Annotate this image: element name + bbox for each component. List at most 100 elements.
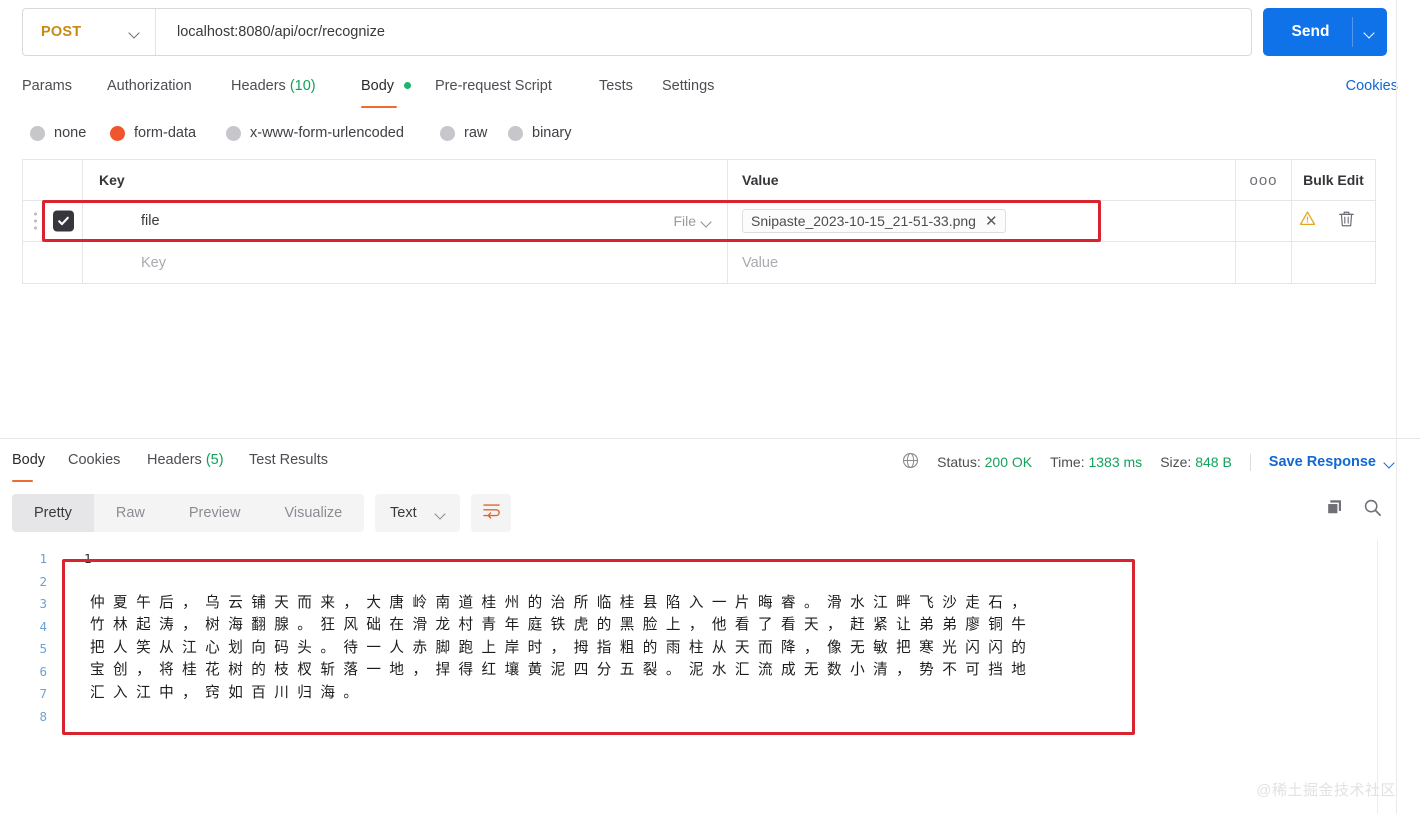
tab-headers-text: Headers bbox=[231, 78, 286, 94]
time-value: 1383 ms bbox=[1088, 454, 1143, 470]
row-value-placeholder: Value bbox=[742, 254, 779, 271]
row-checkbox-cell bbox=[23, 201, 83, 241]
table-options-button[interactable]: ooo bbox=[1236, 160, 1292, 200]
search-icon[interactable] bbox=[1363, 498, 1382, 522]
row-type-label: File bbox=[673, 213, 696, 229]
view-mode-raw[interactable]: Raw bbox=[94, 494, 167, 532]
tab-label: Settings bbox=[662, 78, 715, 94]
tab-label: Tests bbox=[599, 78, 633, 94]
radio-binary[interactable]: binary bbox=[508, 118, 572, 148]
row-enabled-checkbox[interactable] bbox=[53, 210, 74, 232]
status-label: Status: bbox=[937, 454, 981, 470]
row-type-selector[interactable]: File bbox=[673, 201, 713, 241]
line-number: 4 bbox=[39, 618, 47, 634]
radio-label: raw bbox=[464, 125, 488, 141]
radio-raw[interactable]: raw bbox=[440, 118, 487, 148]
response-code-content: 1 仲 夏 午 后 ， 乌 云 铺 天 而 来 ， 大 唐 岭 南 道 桂 州 … bbox=[68, 544, 1368, 704]
tab-body[interactable]: Body bbox=[361, 68, 412, 108]
response-body-viewer[interactable]: 1 2 3 4 5 6 7 8 1 仲 夏 午 后 ， 乌 云 铺 天 而 来 … bbox=[0, 544, 1377, 796]
tab-label: Authorization bbox=[107, 78, 192, 94]
radio-form-data[interactable]: form-data bbox=[110, 118, 196, 148]
line-number: 5 bbox=[39, 641, 47, 656]
view-mode-visualize[interactable]: Visualize bbox=[262, 494, 364, 532]
line-number: 6 bbox=[39, 663, 47, 679]
tab-label: Test Results bbox=[249, 452, 328, 468]
radio-dot-icon bbox=[30, 125, 45, 141]
tab-label: Pre-request Script bbox=[435, 78, 552, 94]
warning-icon[interactable] bbox=[1299, 210, 1316, 232]
tab-headers-text: Headers bbox=[147, 452, 202, 468]
response-tab-body[interactable]: Body bbox=[12, 444, 45, 482]
tab-headers[interactable]: Headers (10) bbox=[231, 68, 316, 108]
tab-authorization[interactable]: Authorization bbox=[107, 68, 192, 108]
request-tabs: Params Authorization Headers (10) Body P… bbox=[0, 68, 1420, 108]
cookies-link[interactable]: Cookies bbox=[1346, 78, 1398, 94]
tab-label: Body bbox=[12, 452, 46, 468]
table-header-row: Key Value ooo Bulk Edit bbox=[23, 160, 1375, 201]
chevron-down-icon bbox=[1385, 459, 1396, 466]
line-number-gutter: 1 2 3 4 5 6 7 8 bbox=[0, 544, 62, 796]
tab-body-text: Body bbox=[361, 78, 395, 94]
url-input[interactable] bbox=[156, 9, 1251, 55]
tab-label: Headers (10) bbox=[231, 68, 316, 94]
copy-icon[interactable] bbox=[1325, 498, 1344, 522]
chevron-down-icon bbox=[702, 218, 713, 225]
method-label: POST bbox=[41, 24, 82, 40]
method-selector[interactable]: POST bbox=[23, 9, 156, 55]
response-tab-test-results[interactable]: Test Results bbox=[249, 444, 328, 482]
ocr-text-line: 竹 林 起 涛 ， 树 海 翻 腺 。 狂 风 础 在 滑 龙 村 青 年 庭 … bbox=[90, 616, 1028, 634]
radio-x-www-form-urlencoded[interactable]: x-www-form-urlencoded bbox=[226, 118, 404, 148]
ocr-text-line: 把 人 笑 从 江 心 划 向 码 头 。 待 一 人 赤 脚 跑 上 岸 时 … bbox=[90, 638, 1028, 656]
globe-icon bbox=[902, 452, 919, 472]
tab-tests[interactable]: Tests bbox=[599, 68, 633, 108]
response-tab-cookies[interactable]: Cookies bbox=[68, 444, 120, 482]
row-key-text: file bbox=[141, 213, 160, 229]
view-mode-pretty[interactable]: Pretty bbox=[12, 494, 94, 532]
form-data-table: Key Value ooo Bulk Edit file File Snipas… bbox=[22, 159, 1376, 284]
row-value-cell[interactable]: Value bbox=[728, 242, 1236, 283]
line-number: 1 bbox=[39, 551, 47, 566]
tab-settings[interactable]: Settings bbox=[662, 68, 714, 108]
tab-label: Body bbox=[361, 68, 412, 94]
scrollbar-track[interactable] bbox=[1377, 540, 1378, 814]
chevron-down-icon bbox=[1365, 29, 1376, 36]
radio-label: binary bbox=[532, 125, 572, 141]
ocr-text-line: 仲 夏 午 后 ， 乌 云 铺 天 而 来 ， 大 唐 岭 南 道 桂 州 的 … bbox=[90, 593, 1028, 611]
send-button[interactable]: Send bbox=[1263, 8, 1387, 56]
radio-dot-icon bbox=[226, 125, 241, 141]
file-chip: Snipaste_2023-10-15_21-51-33.png ✕ bbox=[742, 209, 1006, 233]
tab-label: Cookies bbox=[68, 452, 121, 468]
url-bar: POST bbox=[22, 8, 1252, 56]
row-spacer-cell bbox=[1236, 242, 1292, 283]
delete-row-icon[interactable] bbox=[1338, 210, 1355, 233]
body-modified-dot-icon bbox=[404, 81, 412, 89]
row-key-cell[interactable]: Key bbox=[83, 242, 728, 283]
bulk-edit-button[interactable]: Bulk Edit bbox=[1292, 160, 1375, 200]
table-row: file File Snipaste_2023-10-15_21-51-33.p… bbox=[23, 201, 1375, 242]
ellipsis-icon: ooo bbox=[1249, 171, 1278, 189]
response-format-select[interactable]: Text bbox=[375, 494, 460, 532]
row-key-cell[interactable]: file File bbox=[83, 201, 728, 241]
radio-dot-icon bbox=[508, 125, 523, 141]
tab-params[interactable]: Params bbox=[22, 68, 72, 108]
save-response-button[interactable]: Save Response bbox=[1269, 454, 1396, 470]
meta-divider bbox=[1249, 453, 1251, 471]
wrap-lines-button[interactable] bbox=[471, 494, 511, 532]
watermark: @稀土掘金技术社区 bbox=[1256, 782, 1396, 799]
row-actions-cell bbox=[1292, 242, 1375, 283]
send-options-button[interactable] bbox=[1353, 29, 1387, 36]
save-response-label: Save Response bbox=[1268, 454, 1376, 470]
view-mode-preview[interactable]: Preview bbox=[167, 494, 263, 532]
size-segment: Size: 848 B bbox=[1160, 454, 1232, 470]
table-row-empty: Key Value bbox=[23, 242, 1375, 283]
response-view-modes: Pretty Raw Preview Visualize bbox=[12, 494, 365, 532]
response-tab-headers[interactable]: Headers (5) bbox=[147, 444, 224, 482]
radio-none[interactable]: none bbox=[30, 118, 86, 148]
row-value-cell[interactable]: Snipaste_2023-10-15_21-51-33.png ✕ bbox=[728, 201, 1236, 241]
close-icon[interactable]: ✕ bbox=[985, 214, 998, 229]
status-value: 200 OK bbox=[984, 454, 1033, 470]
body-type-radio-group: none form-data x-www-form-urlencoded raw… bbox=[0, 118, 1420, 150]
tab-pre-request-script[interactable]: Pre-request Script bbox=[435, 68, 552, 108]
drag-handle-icon[interactable] bbox=[34, 212, 37, 230]
row-checkbox-cell[interactable] bbox=[23, 242, 83, 283]
